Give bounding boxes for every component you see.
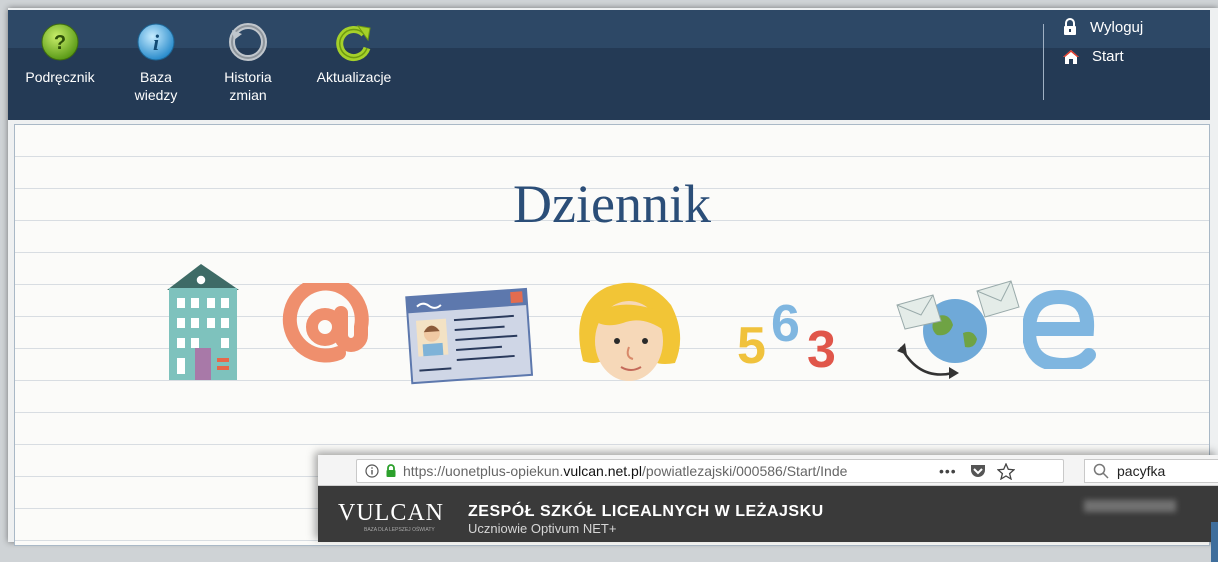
- info-icon: i: [137, 23, 175, 61]
- toolbar-updates-button[interactable]: Aktualizacje: [308, 22, 400, 86]
- page-actions-menu-icon[interactable]: •••: [939, 463, 957, 479]
- e-letter-icon[interactable]: [1023, 289, 1097, 369]
- toolbar-divider: [1043, 24, 1044, 100]
- product-name: Uczniowie Optivum NET+: [468, 521, 617, 536]
- vulcan-logo[interactable]: VULCAN: [338, 500, 444, 527]
- side-accent-bar: [1211, 522, 1218, 562]
- lock-icon: [1064, 18, 1076, 35]
- browser-window: https://uonetplus-opiekun.vulcan.net.pl/…: [318, 455, 1218, 562]
- url-field[interactable]: https://uonetplus-opiekun.vulcan.net.pl/…: [356, 459, 1064, 483]
- globe-mail-icon[interactable]: [893, 277, 1023, 385]
- svg-text:i: i: [153, 30, 160, 55]
- toolbar-history-button[interactable]: Historia zmian: [216, 22, 280, 104]
- toolbar-help-button[interactable]: ? Podręcznik: [20, 22, 100, 86]
- page-title: Dziennik: [513, 174, 711, 234]
- info-circle-icon[interactable]: [365, 464, 379, 478]
- start-label: Start: [1092, 48, 1124, 65]
- vulcan-header: VULCAN BAZA DLA LEPSZEJ OŚWIATY ZESPÓŁ S…: [318, 486, 1218, 562]
- search-icon: [1093, 463, 1109, 479]
- home-icon: [1063, 49, 1079, 64]
- history-icon: [229, 23, 267, 61]
- secure-lock-icon: [386, 464, 396, 477]
- toolbar-knowledge-base-button[interactable]: i Baza wiedzy: [126, 22, 186, 104]
- school-name: ZESPÓŁ SZKÓŁ LICEALNYCH W LEŻAJSKU: [468, 503, 824, 520]
- logout-link[interactable]: Wyloguj: [1062, 18, 1143, 36]
- toolbar-history-label: Historia zmian: [224, 69, 272, 103]
- url-text: https://uonetplus-opiekun.vulcan.net.pl/…: [403, 463, 848, 479]
- bookmark-star-icon[interactable]: [996, 462, 1015, 480]
- user-account-blurred[interactable]: [1084, 500, 1176, 512]
- id-card-icon[interactable]: [405, 283, 535, 385]
- school-building-icon[interactable]: [161, 260, 245, 384]
- grades-numbers-icon[interactable]: 5 6 3: [737, 287, 847, 373]
- toolbar-knowledge-base-label: Baza wiedzy: [134, 69, 178, 103]
- svg-text:?: ?: [54, 32, 66, 54]
- top-toolbar: ? Podręcznik i Baza wiedzy Historia zmia…: [8, 10, 1210, 120]
- pocket-icon[interactable]: [969, 463, 987, 479]
- toolbar-updates-label: Aktualizacje: [316, 69, 392, 85]
- digit-six: 6: [771, 295, 800, 353]
- at-sign-icon[interactable]: [279, 283, 371, 371]
- digit-three: 3: [807, 321, 836, 373]
- search-value: pacyfka: [1117, 463, 1166, 479]
- help-icon: ?: [41, 23, 79, 61]
- browser-address-bar: https://uonetplus-opiekun.vulcan.net.pl/…: [318, 455, 1218, 486]
- student-face-icon[interactable]: [563, 275, 693, 387]
- vulcan-logo-tagline: BAZA DLA LEPSZEJ OŚWIATY: [364, 527, 435, 533]
- browser-search-field[interactable]: pacyfka: [1084, 459, 1218, 483]
- toolbar-help-label: Podręcznik: [25, 69, 95, 85]
- refresh-icon: [336, 25, 371, 61]
- digit-five: 5: [737, 317, 766, 373]
- start-link[interactable]: Start: [1062, 48, 1124, 65]
- logout-label: Wyloguj: [1090, 18, 1144, 36]
